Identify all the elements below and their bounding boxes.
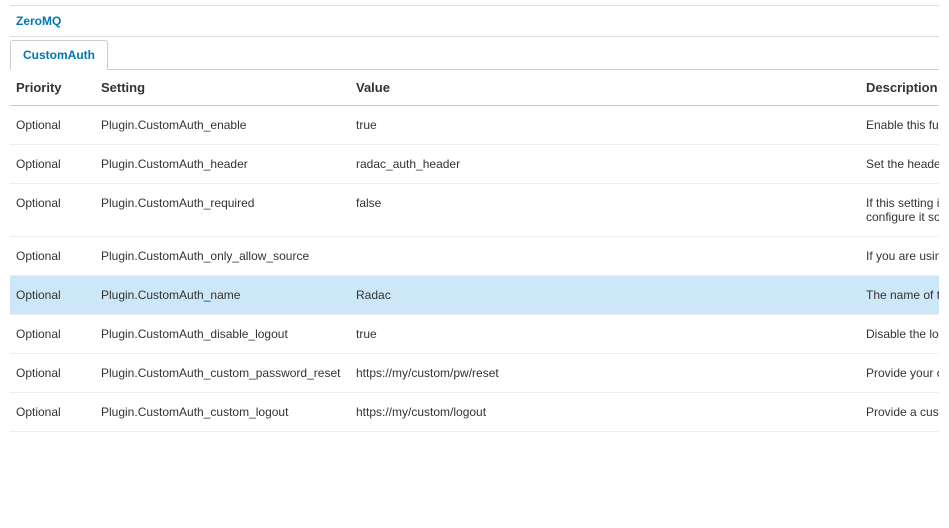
cell-setting: Plugin.CustomAuth_name [95,276,350,315]
cell-description: Provide your custom reset their pass [860,354,939,393]
cell-description: Enable this functionality to authenticat… [860,106,939,145]
cell-value: false [350,184,860,237]
cell-description: Set the header that you want to use for … [860,145,939,184]
table-row[interactable]: OptionalPlugin.CustomAuth_headerradac_au… [10,145,939,184]
table-row[interactable]: OptionalPlugin.CustomAuth_custom_logouth… [10,393,939,432]
cell-setting: Plugin.CustomAuth_enable [95,106,350,145]
col-header-setting: Setting [95,70,350,106]
table-row[interactable]: OptionalPlugin.CustomAuth_only_allow_sou… [10,237,939,276]
cell-priority: Optional [10,145,95,184]
cell-setting: Plugin.CustomAuth_only_allow_source [95,237,350,276]
cell-priority: Optional [10,184,95,237]
cell-description: If you are using a proxy url as a valid … [860,237,939,276]
cell-priority: Optional [10,354,95,393]
table-row[interactable]: OptionalPlugin.CustomAuth_disable_logout… [10,315,939,354]
table-row[interactable]: OptionalPlugin.CustomAuth_enabletrueEnab… [10,106,939,145]
cell-value: https://my/custom/pw/reset [350,354,860,393]
cell-value: true [350,106,860,145]
settings-table-wrapper: Priority Setting Value Description Optio… [10,70,939,432]
cell-value: true [350,315,860,354]
table-row[interactable]: OptionalPlugin.CustomAuth_nameRadacThe n… [10,276,939,315]
cell-priority: Optional [10,106,95,145]
cell-value: https://my/custom/logout [350,393,860,432]
cell-priority: Optional [10,276,95,315]
tab-customauth[interactable]: CustomAuth [10,40,108,70]
table-row[interactable]: OptionalPlugin.CustomAuth_custom_passwor… [10,354,939,393]
cell-setting: Plugin.CustomAuth_custom_logout [95,393,350,432]
cell-description: The name of the authentication creation … [860,276,939,315]
settings-table: Priority Setting Value Description Optio… [10,70,939,432]
cell-description: Disable the logo [860,315,939,354]
cell-description: Provide a custom system you use [860,393,939,432]
cell-setting: Plugin.CustomAuth_custom_password_reset [95,354,350,393]
col-header-priority: Priority [10,70,95,106]
cell-priority: Optional [10,237,95,276]
cell-setting: Plugin.CustomAuth_header [95,145,350,184]
cell-priority: Optional [10,393,95,432]
col-header-value: Value [350,70,860,106]
cell-setting: Plugin.CustomAuth_required [95,184,350,237]
section-link-zeromq[interactable]: ZeroMQ [10,5,939,37]
cell-value [350,237,860,276]
cell-description: If this setting is enabled Altnertativel… [860,184,939,237]
cell-value: radac_auth_header [350,145,860,184]
table-header-row: Priority Setting Value Description [10,70,939,106]
col-header-description: Description [860,70,939,106]
cell-value: Radac [350,276,860,315]
cell-setting: Plugin.CustomAuth_disable_logout [95,315,350,354]
tab-bar: CustomAuth [10,39,939,70]
table-row[interactable]: OptionalPlugin.CustomAuth_requiredfalseI… [10,184,939,237]
cell-priority: Optional [10,315,95,354]
